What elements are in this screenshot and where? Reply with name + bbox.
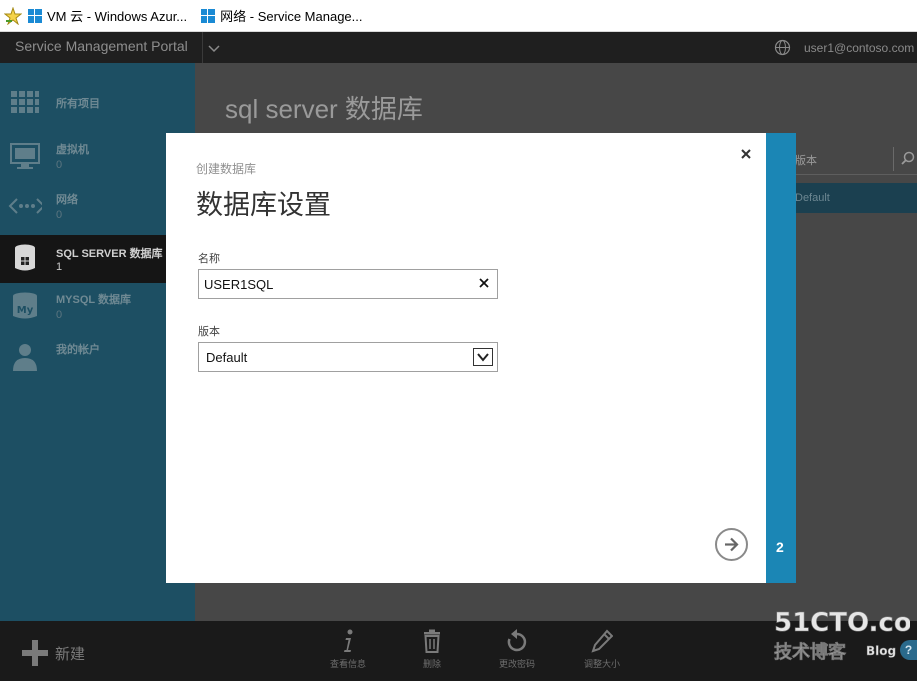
step-number: 2 (776, 539, 784, 555)
user-icon (13, 344, 37, 371)
table-cell-edition: Default (795, 192, 830, 204)
watermark-line3: Blog (866, 644, 896, 658)
favorite-label: 网络 - Service Manage... (220, 9, 363, 24)
sidebar-item-count: 0 (56, 209, 63, 221)
command-label: 调整大小 (583, 659, 620, 669)
edition-field-label: 版本 (198, 326, 220, 338)
favorites-bar: VM 云 - Windows Azur... 网络 - Service Mana… (0, 0, 917, 32)
delete-button[interactable]: 删除 (397, 629, 467, 670)
favorite-link-vm[interactable]: VM 云 - Windows Azur... (28, 6, 187, 25)
clear-icon (479, 278, 489, 288)
table-row[interactable]: Default (791, 183, 917, 213)
plus-icon (22, 640, 48, 666)
command-label: 删除 (422, 659, 441, 669)
globe-icon[interactable] (774, 39, 791, 56)
favorite-link-network[interactable]: 网络 - Service Manage... (201, 6, 362, 25)
dialog-title: 数据库设置 (196, 190, 331, 220)
grid-icon (11, 91, 39, 113)
close-icon (741, 149, 751, 159)
clear-input-button[interactable] (477, 275, 491, 291)
resize-button[interactable]: 调整大小 (567, 629, 637, 670)
windows-logo-icon (201, 8, 216, 23)
sidebar-item-label: 网络 (56, 194, 78, 206)
sidebar-item-count: 1 (56, 261, 63, 273)
sidebar-item-label: SQL SERVER 数据库 (56, 248, 163, 260)
new-button-label: 新建 (55, 645, 86, 663)
favorite-label: VM 云 - Windows Azur... (47, 9, 188, 24)
info-icon (344, 629, 353, 652)
monitor-icon (10, 143, 40, 169)
command-label: 更改密码 (498, 659, 535, 669)
sidebar-item-label: 虚拟机 (56, 144, 89, 156)
view-info-button[interactable]: 查看信息 (313, 629, 383, 670)
network-icon (8, 198, 42, 214)
watermark-line2: 技术博客 (774, 641, 847, 663)
command-label: 查看信息 (329, 659, 366, 669)
watermark-line1: 51CTO.com (774, 608, 910, 638)
next-button[interactable] (715, 528, 748, 561)
wizard-step-bar: 2 (766, 133, 796, 583)
sidebar-item-count: 0 (56, 159, 63, 171)
sidebar-item-label: 所有项目 (56, 98, 100, 110)
new-button[interactable]: 新建 (22, 640, 85, 666)
portal-header: Service Management Portal user1@contoso.… (0, 32, 917, 63)
svg-text:My: My (17, 305, 34, 316)
edition-selected-value: Default (206, 350, 248, 365)
refresh-icon (507, 629, 527, 652)
trash-icon (424, 629, 440, 653)
dropdown-button[interactable] (473, 348, 493, 366)
portal-title[interactable]: Service Management Portal (15, 38, 188, 54)
name-input[interactable] (199, 270, 469, 298)
favorites-star-icon[interactable] (4, 6, 22, 25)
header-divider (202, 32, 203, 63)
user-email[interactable]: user1@contoso.com (804, 41, 914, 55)
mysql-database-icon: My (13, 292, 37, 319)
arrow-right-icon (725, 537, 739, 552)
pencil-icon (591, 629, 613, 653)
dialog-subtitle: 创建数据库 (196, 162, 257, 176)
chevron-down-icon[interactable] (208, 43, 220, 55)
header-divider (893, 147, 894, 171)
create-database-dialog: 创建数据库 数据库设置 名称 版本 Default (166, 133, 766, 583)
site-watermark-logo: 51CTO.com 技术博客 Blog (774, 608, 910, 664)
name-field[interactable] (198, 269, 498, 299)
windows-logo-icon (28, 8, 42, 23)
sidebar-item-label: 我的帐户 (56, 344, 100, 356)
edition-select[interactable]: Default (198, 342, 498, 372)
sidebar-item-all-items[interactable]: 所有项目 (0, 85, 195, 133)
chevron-down-icon (477, 353, 489, 362)
change-password-button[interactable]: 更改密码 (482, 629, 552, 670)
sidebar-item-label: MYSQL 数据库 (56, 294, 131, 306)
column-header-edition[interactable]: 版本 (795, 152, 817, 168)
database-icon (15, 244, 35, 271)
table-header: 版本 (793, 147, 917, 175)
page-title: sql server 数据库 (225, 94, 423, 124)
close-button[interactable] (737, 145, 755, 163)
help-tab[interactable]: ? (900, 640, 917, 660)
name-field-label: 名称 (198, 253, 220, 265)
search-icon[interactable] (901, 151, 915, 165)
sidebar-item-count: 0 (56, 309, 63, 321)
